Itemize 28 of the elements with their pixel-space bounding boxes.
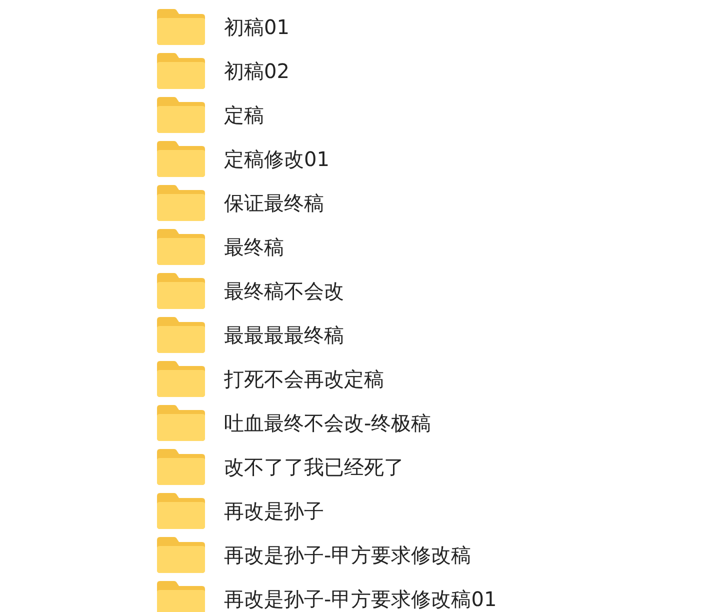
folder-name[interactable]: 初稿01	[224, 15, 290, 39]
folder-icon	[155, 140, 207, 178]
folder-name[interactable]: 最终稿	[224, 235, 284, 259]
folder-icon	[155, 360, 207, 398]
folder-name[interactable]: 吐血最终不会改-终极稿	[224, 411, 432, 435]
folder-name[interactable]: 保证最终稿	[224, 191, 324, 215]
folder-name[interactable]: 定稿	[224, 103, 264, 127]
folder-icon	[155, 580, 207, 612]
folder-icon	[155, 96, 207, 134]
folder-name[interactable]: 定稿修改01	[224, 147, 330, 171]
folder-name[interactable]: 最终稿不会改	[224, 279, 344, 303]
folder-icon	[155, 8, 207, 46]
folder-icon	[155, 404, 207, 442]
folder-icon	[155, 272, 207, 310]
folder-icon	[155, 448, 207, 486]
folder-icon	[155, 536, 207, 574]
folder-name[interactable]: 再改是孙子-甲方要求修改稿01	[224, 587, 497, 611]
folder-name[interactable]: 初稿02	[224, 59, 290, 83]
folder-icon	[155, 316, 207, 354]
folder-name[interactable]: 再改是孙子	[224, 499, 324, 523]
folder-name[interactable]: 打死不会再改定稿	[224, 367, 384, 391]
folder-name[interactable]: 最最最最终稿	[224, 323, 344, 347]
folder-icon	[155, 492, 207, 530]
folder-icon	[155, 52, 207, 90]
folder-icon	[155, 184, 207, 222]
folder-name[interactable]: 改不了了我已经死了	[224, 455, 404, 479]
folder-name[interactable]: 再改是孙子-甲方要求修改稿	[224, 543, 472, 567]
folder-icon	[155, 228, 207, 266]
